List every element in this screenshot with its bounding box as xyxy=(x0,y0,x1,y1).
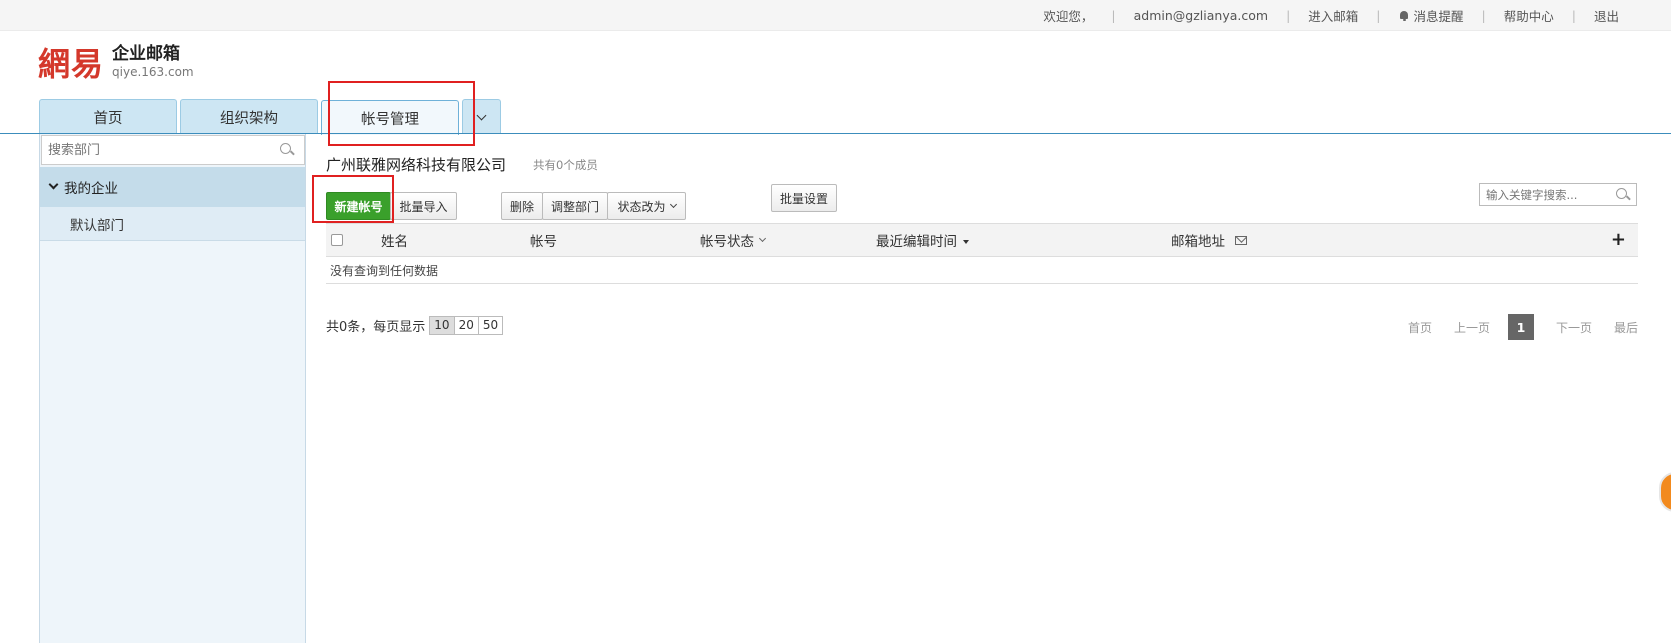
page-size-option[interactable]: 10 xyxy=(430,316,454,334)
column-label: 帐号状态 xyxy=(700,234,754,250)
member-count: 共有0个成员 xyxy=(533,158,598,172)
new-account-button[interactable]: 新建帐号 xyxy=(326,192,391,220)
department-sidebar: 我的企业 默认部门 xyxy=(39,134,306,643)
column-account: 帐号 xyxy=(530,234,557,250)
tab-org-structure[interactable]: 组织架构 xyxy=(180,99,318,134)
batch-settings-button[interactable]: 批量设置 xyxy=(771,184,837,212)
tab-account-management[interactable]: 帐号管理 xyxy=(321,100,459,135)
chevron-down-icon xyxy=(476,110,487,120)
logo-product-name: 企业邮箱 xyxy=(112,44,181,64)
chevron-down-icon[interactable] xyxy=(48,179,59,190)
column-last-edit-time[interactable]: 最近编辑时间 xyxy=(876,224,969,256)
divider: | xyxy=(1286,8,1291,23)
record-summary: 共0条，每页显示 xyxy=(326,319,426,335)
logo-domain: qiye.163.com xyxy=(112,65,194,79)
divider: | xyxy=(1481,8,1486,23)
notifications-link[interactable]: 消息提醒 xyxy=(1399,6,1464,25)
tree-item-label: 我的企业 xyxy=(64,181,118,197)
select-all-checkbox-cell xyxy=(331,224,343,256)
search-icon[interactable] xyxy=(1616,187,1630,202)
search-icon[interactable] xyxy=(280,143,294,157)
column-label: 最近编辑时间 xyxy=(876,234,957,250)
next-page-link[interactable]: 下一页 xyxy=(1556,319,1592,336)
page-size-option[interactable]: 50 xyxy=(477,316,503,334)
logo-text: 企业邮箱 qiye.163.com xyxy=(112,44,194,79)
tree-item-my-enterprise[interactable]: 我的企业 xyxy=(40,167,305,207)
chevron-down-icon xyxy=(758,234,767,243)
adjust-department-button[interactable]: 调整部门 xyxy=(542,192,608,220)
prev-page-link[interactable]: 上一页 xyxy=(1454,319,1490,336)
department-search-input[interactable] xyxy=(42,137,280,163)
top-links: 欢迎您， | admin@gzlianya.com | 进入邮箱 | 消息提醒 … xyxy=(1043,0,1619,31)
select-all-checkbox[interactable] xyxy=(331,234,343,246)
column-account-status[interactable]: 帐号状态 xyxy=(700,224,767,256)
department-search xyxy=(41,135,305,165)
notifications-label: 消息提醒 xyxy=(1413,9,1464,24)
logo[interactable]: 網易 企业邮箱 qiye.163.com xyxy=(38,42,194,83)
help-center-link[interactable]: 帮助中心 xyxy=(1504,6,1554,25)
tree-item-default-department[interactable]: 默认部门 xyxy=(40,207,305,241)
column-mail-address: 邮箱地址 xyxy=(1171,224,1247,256)
user-account-link[interactable]: admin@gzlianya.com xyxy=(1134,8,1268,23)
tab-home[interactable]: 首页 xyxy=(39,99,177,134)
last-page-link[interactable]: 最后 xyxy=(1614,319,1638,336)
top-bar: 欢迎您， | admin@gzlianya.com | 进入邮箱 | 消息提醒 … xyxy=(0,0,1671,31)
chevron-down-icon xyxy=(669,200,677,209)
main-tabs: 首页 组织架构 帐号管理 xyxy=(39,99,504,135)
delete-button[interactable]: 删除 xyxy=(501,192,543,220)
welcome-text: 欢迎您， xyxy=(1043,9,1094,24)
page-size-option[interactable]: 20 xyxy=(453,316,478,334)
tab-more-dropdown[interactable] xyxy=(462,99,501,134)
divider: | xyxy=(1111,8,1116,23)
empty-table-message: 没有查询到任何数据 xyxy=(326,258,1638,284)
divider: | xyxy=(1571,8,1576,23)
tree-item-label: 默认部门 xyxy=(70,217,124,234)
first-page-link[interactable]: 首页 xyxy=(1408,319,1432,336)
mail-icon xyxy=(1235,235,1247,245)
page-size-options: 10 20 50 xyxy=(429,315,504,335)
divider: | xyxy=(1376,8,1381,23)
change-status-label: 状态改为 xyxy=(617,199,666,214)
enter-mailbox-link[interactable]: 进入邮箱 xyxy=(1308,6,1358,25)
table-header: 姓名 帐号 帐号状态 最近编辑时间 邮箱地址 + xyxy=(326,223,1638,257)
floating-service-button[interactable] xyxy=(1659,472,1671,512)
column-name: 姓名 xyxy=(381,234,408,250)
logo-mark: 網易 xyxy=(38,45,105,83)
current-page[interactable]: 1 xyxy=(1507,314,1534,340)
pagination: 首页 上一页 1 下一页 最后 xyxy=(1386,314,1638,340)
column-label: 邮箱地址 xyxy=(1171,234,1225,250)
plus-icon[interactable]: + xyxy=(1611,231,1626,249)
sort-desc-icon xyxy=(963,239,969,244)
keyword-search-input[interactable] xyxy=(1480,184,1616,205)
bell-icon xyxy=(1399,11,1409,22)
page-size-selector: 共0条，每页显示 10 20 50 xyxy=(326,315,504,335)
logout-link[interactable]: 退出 xyxy=(1594,6,1619,25)
keyword-search xyxy=(1479,183,1637,206)
company-title: 广州联雅网络科技有限公司 xyxy=(326,156,507,174)
batch-import-button[interactable]: 批量导入 xyxy=(390,192,457,220)
change-status-dropdown[interactable]: 状态改为 xyxy=(607,192,686,220)
